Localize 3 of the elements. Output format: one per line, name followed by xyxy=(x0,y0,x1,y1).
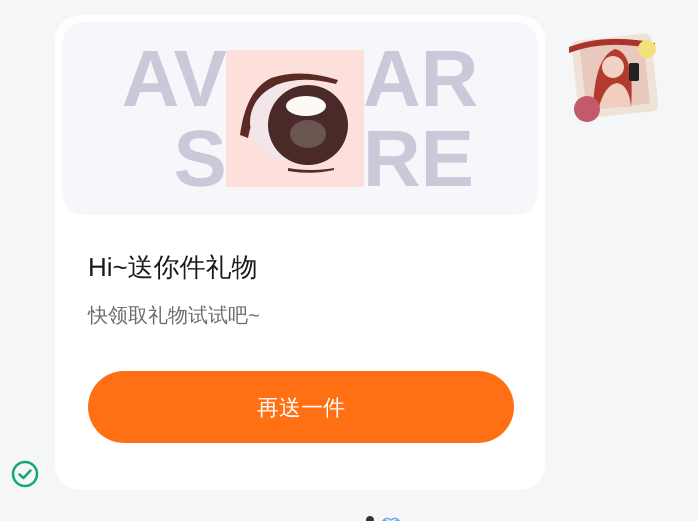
send-again-button[interactable]: 再送一件 xyxy=(88,371,514,443)
subtitle: 快领取礼物试试吧~ xyxy=(88,304,261,329)
title: Hi~送你件礼物 xyxy=(88,251,259,283)
